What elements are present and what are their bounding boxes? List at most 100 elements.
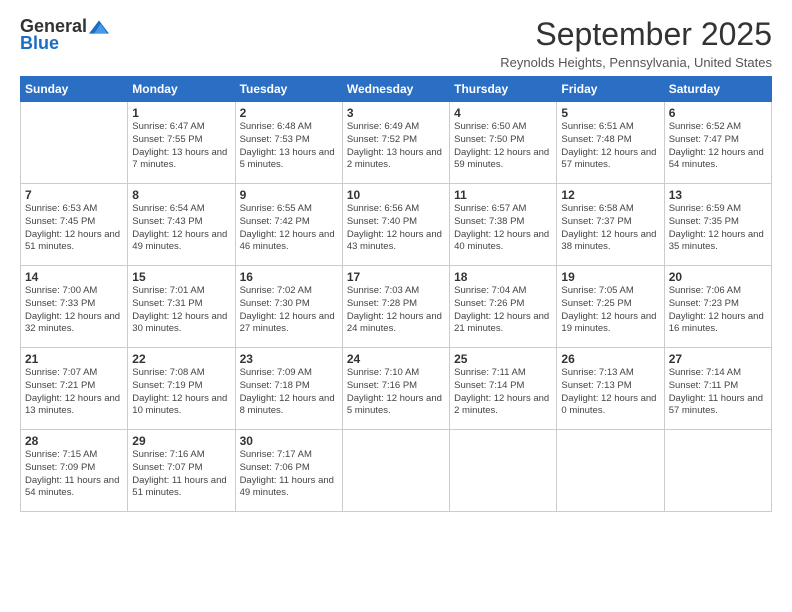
day-detail: Sunrise: 7:02 AMSunset: 7:30 PMDaylight:… [240,285,338,336]
day-number: 20 [669,270,767,284]
logo: General Blue [20,16,109,54]
week-row-2: 14Sunrise: 7:00 AMSunset: 7:33 PMDayligh… [21,266,772,348]
cell-4-2: 30Sunrise: 7:17 AMSunset: 7:06 PMDayligh… [235,430,342,512]
cell-4-5 [557,430,664,512]
day-number: 10 [347,188,445,202]
header-row: Sunday Monday Tuesday Wednesday Thursday… [21,77,772,102]
day-number: 22 [132,352,230,366]
page: General Blue September 2025 Reynolds Hei… [0,0,792,612]
day-number: 17 [347,270,445,284]
cell-2-5: 19Sunrise: 7:05 AMSunset: 7:25 PMDayligh… [557,266,664,348]
day-detail: Sunrise: 6:51 AMSunset: 7:48 PMDaylight:… [561,121,659,172]
location: Reynolds Heights, Pennsylvania, United S… [500,55,772,70]
day-number: 9 [240,188,338,202]
cell-4-4 [450,430,557,512]
cell-2-4: 18Sunrise: 7:04 AMSunset: 7:26 PMDayligh… [450,266,557,348]
cell-0-1: 1Sunrise: 6:47 AMSunset: 7:55 PMDaylight… [128,102,235,184]
day-detail: Sunrise: 6:49 AMSunset: 7:52 PMDaylight:… [347,121,445,172]
cell-4-3 [342,430,449,512]
day-number: 15 [132,270,230,284]
day-number: 11 [454,188,552,202]
cell-0-6: 6Sunrise: 6:52 AMSunset: 7:47 PMDaylight… [664,102,771,184]
day-detail: Sunrise: 6:59 AMSunset: 7:35 PMDaylight:… [669,203,767,254]
day-number: 18 [454,270,552,284]
cell-1-0: 7Sunrise: 6:53 AMSunset: 7:45 PMDaylight… [21,184,128,266]
cell-2-6: 20Sunrise: 7:06 AMSunset: 7:23 PMDayligh… [664,266,771,348]
day-number: 14 [25,270,123,284]
cell-1-4: 11Sunrise: 6:57 AMSunset: 7:38 PMDayligh… [450,184,557,266]
cell-3-2: 23Sunrise: 7:09 AMSunset: 7:18 PMDayligh… [235,348,342,430]
week-row-0: 1Sunrise: 6:47 AMSunset: 7:55 PMDaylight… [21,102,772,184]
day-detail: Sunrise: 6:57 AMSunset: 7:38 PMDaylight:… [454,203,552,254]
day-detail: Sunrise: 6:47 AMSunset: 7:55 PMDaylight:… [132,121,230,172]
col-tuesday: Tuesday [235,77,342,102]
day-detail: Sunrise: 7:01 AMSunset: 7:31 PMDaylight:… [132,285,230,336]
week-row-1: 7Sunrise: 6:53 AMSunset: 7:45 PMDaylight… [21,184,772,266]
calendar-table: Sunday Monday Tuesday Wednesday Thursday… [20,76,772,512]
cell-1-1: 8Sunrise: 6:54 AMSunset: 7:43 PMDaylight… [128,184,235,266]
header: General Blue September 2025 Reynolds Hei… [20,16,772,70]
cell-2-0: 14Sunrise: 7:00 AMSunset: 7:33 PMDayligh… [21,266,128,348]
cell-3-6: 27Sunrise: 7:14 AMSunset: 7:11 PMDayligh… [664,348,771,430]
cell-0-4: 4Sunrise: 6:50 AMSunset: 7:50 PMDaylight… [450,102,557,184]
col-sunday: Sunday [21,77,128,102]
cell-2-3: 17Sunrise: 7:03 AMSunset: 7:28 PMDayligh… [342,266,449,348]
day-detail: Sunrise: 6:56 AMSunset: 7:40 PMDaylight:… [347,203,445,254]
col-saturday: Saturday [664,77,771,102]
day-detail: Sunrise: 7:08 AMSunset: 7:19 PMDaylight:… [132,367,230,418]
day-number: 13 [669,188,767,202]
cell-2-2: 16Sunrise: 7:02 AMSunset: 7:30 PMDayligh… [235,266,342,348]
day-detail: Sunrise: 7:09 AMSunset: 7:18 PMDaylight:… [240,367,338,418]
day-number: 25 [454,352,552,366]
day-detail: Sunrise: 7:05 AMSunset: 7:25 PMDaylight:… [561,285,659,336]
week-row-4: 28Sunrise: 7:15 AMSunset: 7:09 PMDayligh… [21,430,772,512]
day-number: 19 [561,270,659,284]
day-detail: Sunrise: 7:14 AMSunset: 7:11 PMDaylight:… [669,367,767,418]
day-number: 26 [561,352,659,366]
cell-1-2: 9Sunrise: 6:55 AMSunset: 7:42 PMDaylight… [235,184,342,266]
cell-4-6 [664,430,771,512]
col-monday: Monday [128,77,235,102]
day-number: 8 [132,188,230,202]
day-detail: Sunrise: 6:54 AMSunset: 7:43 PMDaylight:… [132,203,230,254]
cell-3-5: 26Sunrise: 7:13 AMSunset: 7:13 PMDayligh… [557,348,664,430]
day-detail: Sunrise: 6:53 AMSunset: 7:45 PMDaylight:… [25,203,123,254]
day-number: 6 [669,106,767,120]
col-wednesday: Wednesday [342,77,449,102]
day-detail: Sunrise: 6:50 AMSunset: 7:50 PMDaylight:… [454,121,552,172]
day-number: 30 [240,434,338,448]
day-number: 5 [561,106,659,120]
week-row-3: 21Sunrise: 7:07 AMSunset: 7:21 PMDayligh… [21,348,772,430]
day-detail: Sunrise: 7:11 AMSunset: 7:14 PMDaylight:… [454,367,552,418]
cell-3-0: 21Sunrise: 7:07 AMSunset: 7:21 PMDayligh… [21,348,128,430]
day-number: 24 [347,352,445,366]
day-detail: Sunrise: 7:04 AMSunset: 7:26 PMDaylight:… [454,285,552,336]
day-detail: Sunrise: 6:48 AMSunset: 7:53 PMDaylight:… [240,121,338,172]
day-detail: Sunrise: 6:55 AMSunset: 7:42 PMDaylight:… [240,203,338,254]
day-number: 3 [347,106,445,120]
day-detail: Sunrise: 7:17 AMSunset: 7:06 PMDaylight:… [240,449,338,500]
cell-4-0: 28Sunrise: 7:15 AMSunset: 7:09 PMDayligh… [21,430,128,512]
day-number: 23 [240,352,338,366]
cell-1-6: 13Sunrise: 6:59 AMSunset: 7:35 PMDayligh… [664,184,771,266]
month-title: September 2025 [500,16,772,53]
day-detail: Sunrise: 7:00 AMSunset: 7:33 PMDaylight:… [25,285,123,336]
day-number: 1 [132,106,230,120]
day-number: 7 [25,188,123,202]
day-detail: Sunrise: 7:13 AMSunset: 7:13 PMDaylight:… [561,367,659,418]
cell-1-3: 10Sunrise: 6:56 AMSunset: 7:40 PMDayligh… [342,184,449,266]
day-number: 28 [25,434,123,448]
logo-icon [89,17,109,37]
day-detail: Sunrise: 7:03 AMSunset: 7:28 PMDaylight:… [347,285,445,336]
cell-0-5: 5Sunrise: 6:51 AMSunset: 7:48 PMDaylight… [557,102,664,184]
day-detail: Sunrise: 6:52 AMSunset: 7:47 PMDaylight:… [669,121,767,172]
day-number: 21 [25,352,123,366]
day-detail: Sunrise: 6:58 AMSunset: 7:37 PMDaylight:… [561,203,659,254]
cell-0-3: 3Sunrise: 6:49 AMSunset: 7:52 PMDaylight… [342,102,449,184]
cell-3-1: 22Sunrise: 7:08 AMSunset: 7:19 PMDayligh… [128,348,235,430]
day-detail: Sunrise: 7:16 AMSunset: 7:07 PMDaylight:… [132,449,230,500]
logo-blue: Blue [20,33,59,54]
day-number: 27 [669,352,767,366]
day-number: 16 [240,270,338,284]
day-detail: Sunrise: 7:06 AMSunset: 7:23 PMDaylight:… [669,285,767,336]
